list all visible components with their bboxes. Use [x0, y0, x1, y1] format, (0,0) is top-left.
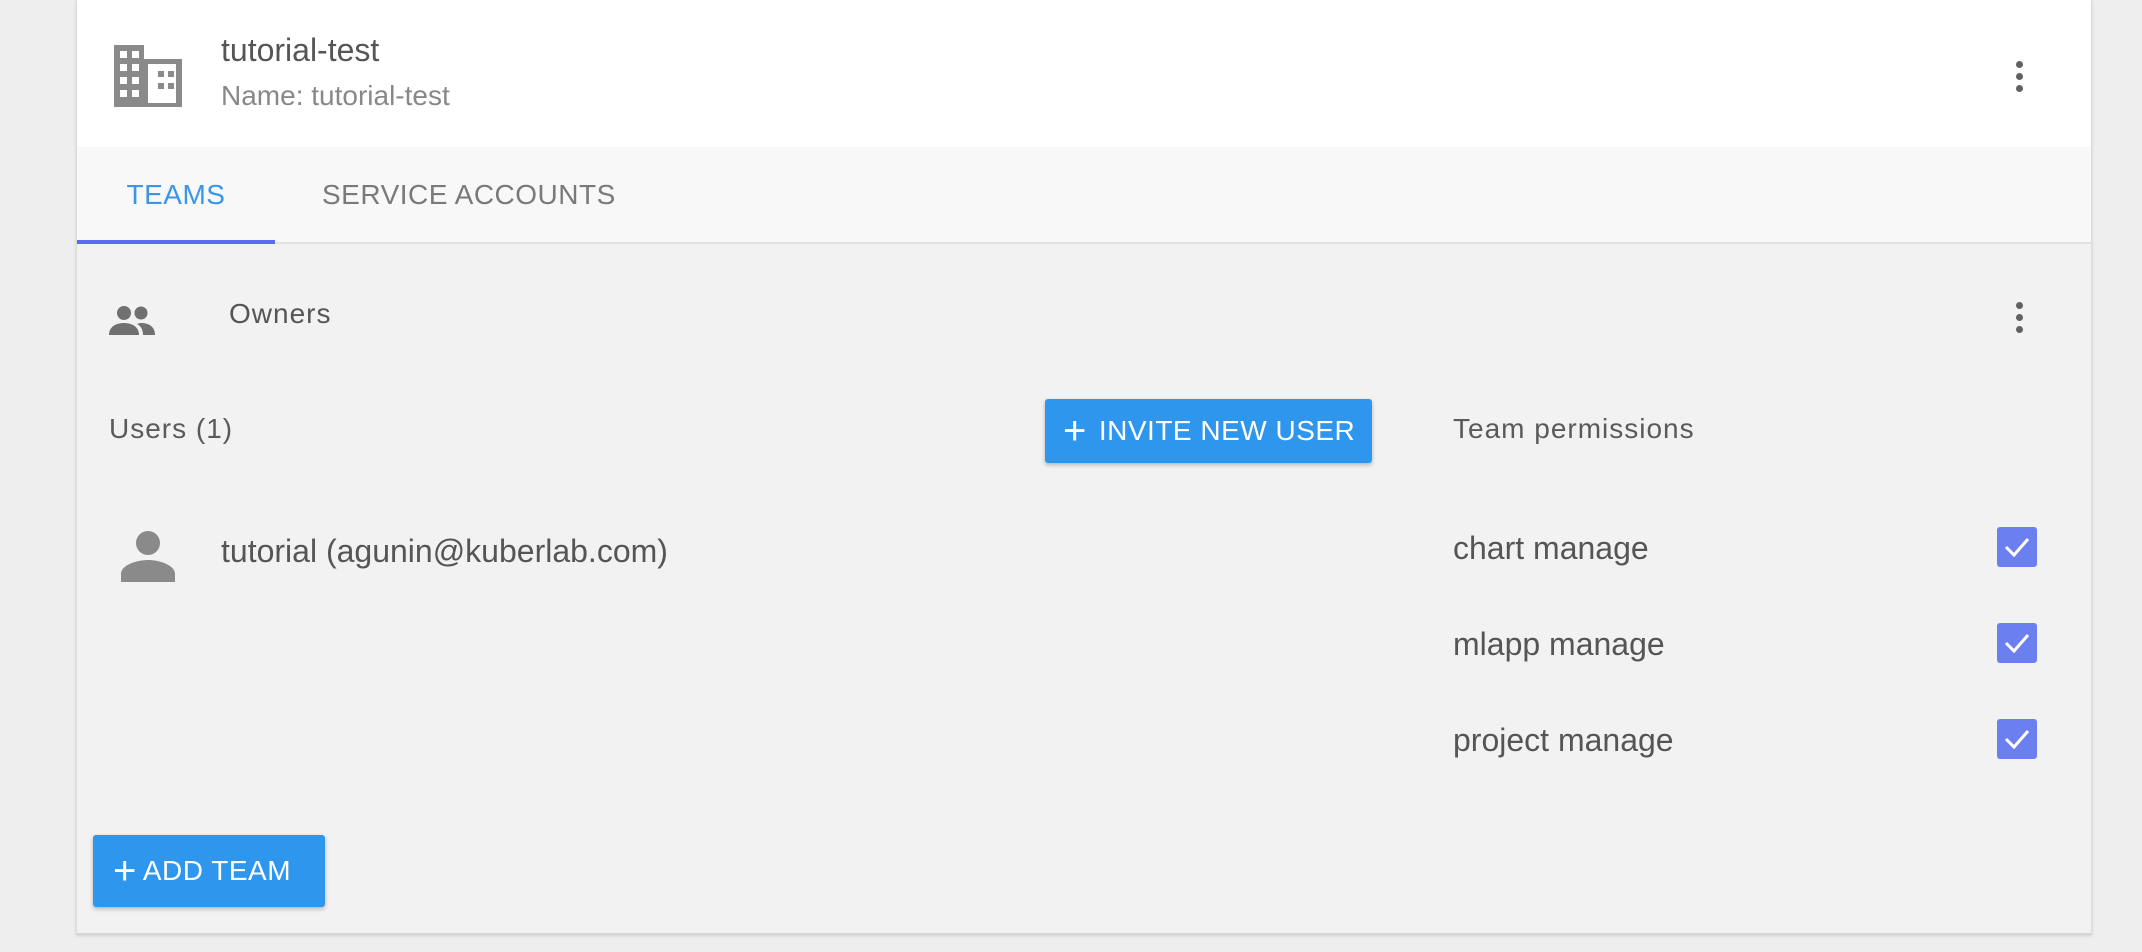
tab-teams[interactable]: TEAMS — [77, 147, 275, 244]
permission-label-chart-manage: chart manage — [1453, 530, 1649, 566]
add-team-label: ADD TEAM — [142, 855, 292, 886]
check-icon — [2004, 538, 2030, 558]
organization-title: tutorial-test — [221, 32, 380, 68]
permission-checkbox-mlapp-manage[interactable] — [1997, 623, 2037, 663]
organization-card: tutorial-test Name: tutorial-test TEAMS … — [76, 0, 2092, 935]
invite-new-user-label: INVITE NEW USER — [1098, 415, 1356, 446]
team-permissions-label: Team permissions — [1453, 413, 1695, 444]
plus-icon: + — [1063, 409, 1087, 453]
person-icon — [121, 531, 175, 582]
permission-checkbox-project-manage[interactable] — [1997, 719, 2037, 759]
check-icon — [2004, 730, 2030, 750]
more-vert-icon — [2015, 301, 2023, 309]
users-count-label: Users (1) — [109, 413, 234, 444]
building-icon — [114, 45, 182, 107]
group-icon — [109, 306, 155, 335]
check-icon — [2004, 634, 2030, 654]
tab-bar: TEAMS SERVICE ACCOUNTS — [77, 147, 2091, 244]
team-name: Owners — [229, 298, 332, 329]
add-team-button[interactable]: + ADD TEAM — [93, 835, 325, 907]
permission-label-project-manage: project manage — [1453, 722, 1674, 758]
team-menu-button[interactable] — [1999, 287, 2039, 347]
permission-label-mlapp-manage: mlapp manage — [1453, 626, 1665, 662]
user-display-name: tutorial (agunin@kuberlab.com) — [221, 533, 668, 569]
organization-subtitle: Name: tutorial-test — [221, 80, 450, 111]
invite-new-user-button[interactable]: + INVITE NEW USER — [1045, 399, 1372, 463]
more-vert-icon — [2015, 60, 2023, 68]
permission-checkbox-chart-manage[interactable] — [1997, 527, 2037, 567]
organization-menu-button[interactable] — [1999, 46, 2039, 106]
plus-icon: + — [113, 849, 137, 893]
tab-service-accounts[interactable]: SERVICE ACCOUNTS — [322, 147, 772, 242]
organization-header: tutorial-test Name: tutorial-test — [77, 0, 2091, 147]
